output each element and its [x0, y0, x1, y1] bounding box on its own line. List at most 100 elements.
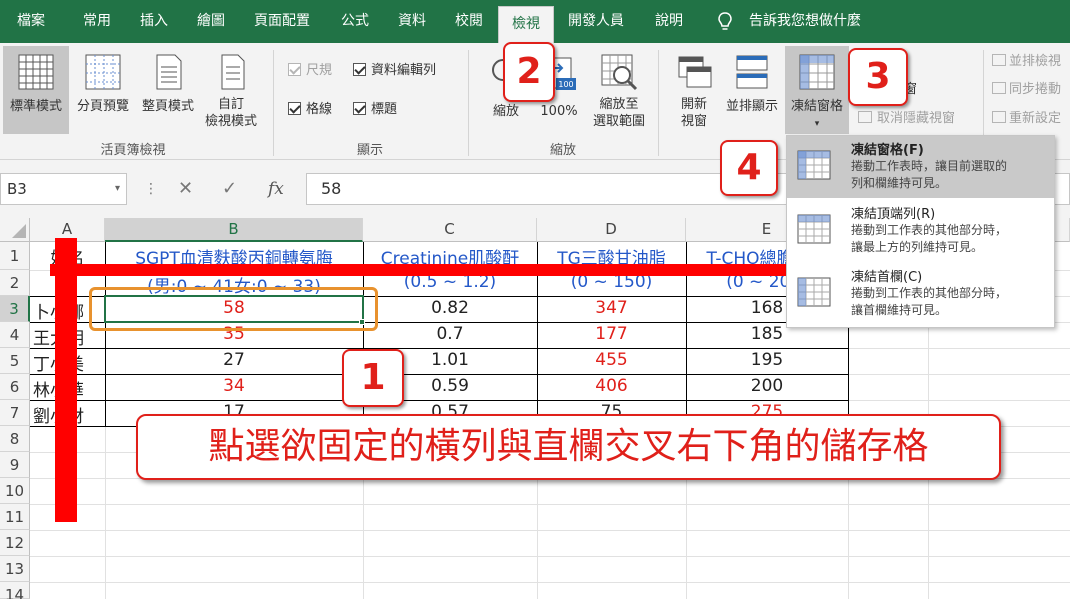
row-header-2[interactable]: 2: [0, 270, 30, 296]
cell-d5[interactable]: 455: [537, 350, 686, 374]
ruler-label: 尺規: [306, 63, 333, 78]
chevron-down-icon[interactable]: ▾: [115, 174, 120, 204]
corner-triangle-icon: [12, 224, 26, 238]
tell-me-search[interactable]: 告訴我您想做什麼: [749, 0, 861, 43]
row-header-9[interactable]: 9: [0, 452, 30, 478]
page-break-preview-button[interactable]: 分頁預覽: [71, 46, 135, 134]
row-header-12[interactable]: 12: [0, 530, 30, 556]
column-header-c[interactable]: C: [363, 218, 537, 242]
row-header-5[interactable]: 5: [0, 348, 30, 374]
row-header-3[interactable]: 3: [0, 296, 30, 322]
row-header-8[interactable]: 8: [0, 426, 30, 452]
freeze-panes-button[interactable]: 凍結窗格 ▾: [785, 46, 849, 134]
zoom-to-selection-button[interactable]: 縮放至 選取範圍: [588, 46, 650, 134]
reset-position-icon: [992, 111, 1006, 123]
row-header-10[interactable]: 10: [0, 478, 30, 504]
cell-c3[interactable]: 0.82: [363, 298, 537, 322]
menu-help[interactable]: 說明: [655, 0, 683, 43]
cell-d3[interactable]: 347: [537, 298, 686, 322]
cancel-icon[interactable]: ✕: [178, 173, 193, 205]
gridline: [30, 556, 1070, 557]
menu-home[interactable]: 常用: [83, 0, 111, 43]
sync-scroll-button[interactable]: 同步捲動: [992, 81, 1061, 99]
gridline: [30, 530, 1070, 531]
page-layout-icon: [156, 54, 182, 90]
menu-review[interactable]: 校閱: [455, 0, 483, 43]
page-layout-view-button[interactable]: 整頁模式: [136, 46, 200, 134]
cell-b5[interactable]: 27: [105, 350, 363, 374]
checkbox-icon: [288, 63, 301, 76]
checkbox-icon: [288, 102, 301, 115]
highlight-box: [89, 287, 378, 331]
headings-checkbox[interactable]: 標題: [353, 101, 397, 119]
cell-e6[interactable]: 200: [686, 376, 848, 400]
gridlines-checkbox[interactable]: 格線: [288, 101, 332, 119]
cell-e5[interactable]: 195: [686, 350, 848, 374]
freeze-first-column-option[interactable]: 凍結首欄(C) 捲動到工作表的其他部分時， 讓首欄維持可見。: [787, 263, 1054, 325]
group-label-zoom: 縮放: [549, 143, 576, 158]
freeze-top-row-desc: 捲動到工作表的其他部分時， 讓最上方的列維持可見。: [851, 223, 1008, 254]
new-window-button[interactable]: 開新 視窗: [668, 46, 720, 134]
select-all-button[interactable]: [0, 218, 30, 242]
cell-c4[interactable]: 0.7: [363, 324, 537, 348]
table-border: [30, 400, 848, 401]
menu-draw[interactable]: 繪圖: [197, 0, 225, 43]
step-badge-3: 3: [848, 48, 908, 106]
name-box[interactable]: B3 ▾: [0, 173, 127, 205]
normal-view-icon: [18, 54, 54, 90]
custom-views-button[interactable]: 自訂 檢視模式: [200, 46, 262, 134]
freeze-top-row-option[interactable]: 凍結頂端列(R) 捲動到工作表的其他部分時， 讓最上方的列維持可見。: [787, 200, 1054, 262]
zoom-selection-label-2: 選取範圍: [592, 114, 645, 129]
gridlines-label: 格線: [306, 102, 333, 117]
arrange-all-button[interactable]: 並排顯示: [721, 46, 783, 134]
freeze-column-marker: [55, 238, 77, 522]
arrange-all-label: 並排顯示: [725, 99, 778, 114]
table-border: [30, 374, 848, 375]
freeze-panes-option-title: 凍結窗格(F): [851, 143, 924, 158]
custom-views-icon: [221, 54, 245, 90]
menu-data[interactable]: 資料: [398, 0, 426, 43]
gridline: [30, 504, 1070, 505]
freeze-panes-option[interactable]: 凍結窗格(F) 捲動工作表時，讓目前選取的 列和欄維持可見。: [787, 136, 1054, 198]
enter-icon[interactable]: ✓: [222, 173, 237, 205]
more-icon: ⋮: [144, 181, 158, 197]
column-header-d[interactable]: D: [537, 218, 686, 242]
cell-b6[interactable]: 34: [105, 376, 363, 400]
menu-formulas[interactable]: 公式: [341, 0, 369, 43]
menu-view[interactable]: 檢視: [498, 6, 554, 43]
formula-bar-label: 資料編輯列: [371, 63, 437, 78]
freeze-panes-option-desc: 捲動工作表時，讓目前選取的 列和欄維持可見。: [851, 159, 1008, 190]
freeze-panes-icon: [799, 54, 835, 90]
column-header-b[interactable]: B: [105, 218, 363, 242]
row-header-6[interactable]: 6: [0, 374, 30, 400]
row-header-7[interactable]: 7: [0, 400, 30, 426]
row-header-13[interactable]: 13: [0, 556, 30, 582]
unhide-window-button[interactable]: 取消隱藏視窗: [858, 110, 955, 128]
view-side-by-side-button[interactable]: 並排檢視: [992, 53, 1061, 71]
menu-developer[interactable]: 開發人員: [568, 0, 624, 43]
instruction-callout: 點選欲固定的橫列與直欄交叉右下角的儲存格: [136, 414, 1001, 480]
menu-page-layout[interactable]: 頁面配置: [254, 0, 310, 43]
excel-window: 檔案 常用 插入 繪圖 頁面配置 公式 資料 校閱 檢視 開發人員 說明 告訴我…: [0, 0, 1070, 599]
row-header-14[interactable]: 14: [0, 582, 30, 599]
cell-d6[interactable]: 406: [537, 376, 686, 400]
freeze-first-column-title: 凍結首欄(C): [851, 270, 923, 285]
gridline: [30, 582, 1070, 583]
row-header-1[interactable]: 1: [0, 242, 30, 270]
cell-d4[interactable]: 177: [537, 324, 686, 348]
normal-view-button[interactable]: 標準模式: [3, 46, 69, 134]
formula-bar-checkbox[interactable]: 資料編輯列: [353, 62, 436, 80]
new-window-label-2: 視窗: [680, 114, 707, 129]
reset-position-button[interactable]: 重新設定: [992, 110, 1061, 128]
menu-file[interactable]: 檔案: [17, 0, 45, 43]
menu-insert[interactable]: 插入: [140, 0, 168, 43]
page-break-label: 分頁預覽: [76, 99, 129, 114]
sync-scroll-icon: [992, 82, 1006, 94]
freeze-first-column-desc: 捲動到工作表的其他部分時， 讓首欄維持可見。: [851, 286, 1008, 317]
row-header-4[interactable]: 4: [0, 322, 30, 348]
group-separator: [658, 50, 659, 156]
insert-function-button[interactable]: fx: [268, 173, 284, 205]
row-header-11[interactable]: 11: [0, 504, 30, 530]
name-box-value: B3: [7, 180, 27, 198]
ruler-checkbox[interactable]: 尺規: [288, 62, 332, 80]
